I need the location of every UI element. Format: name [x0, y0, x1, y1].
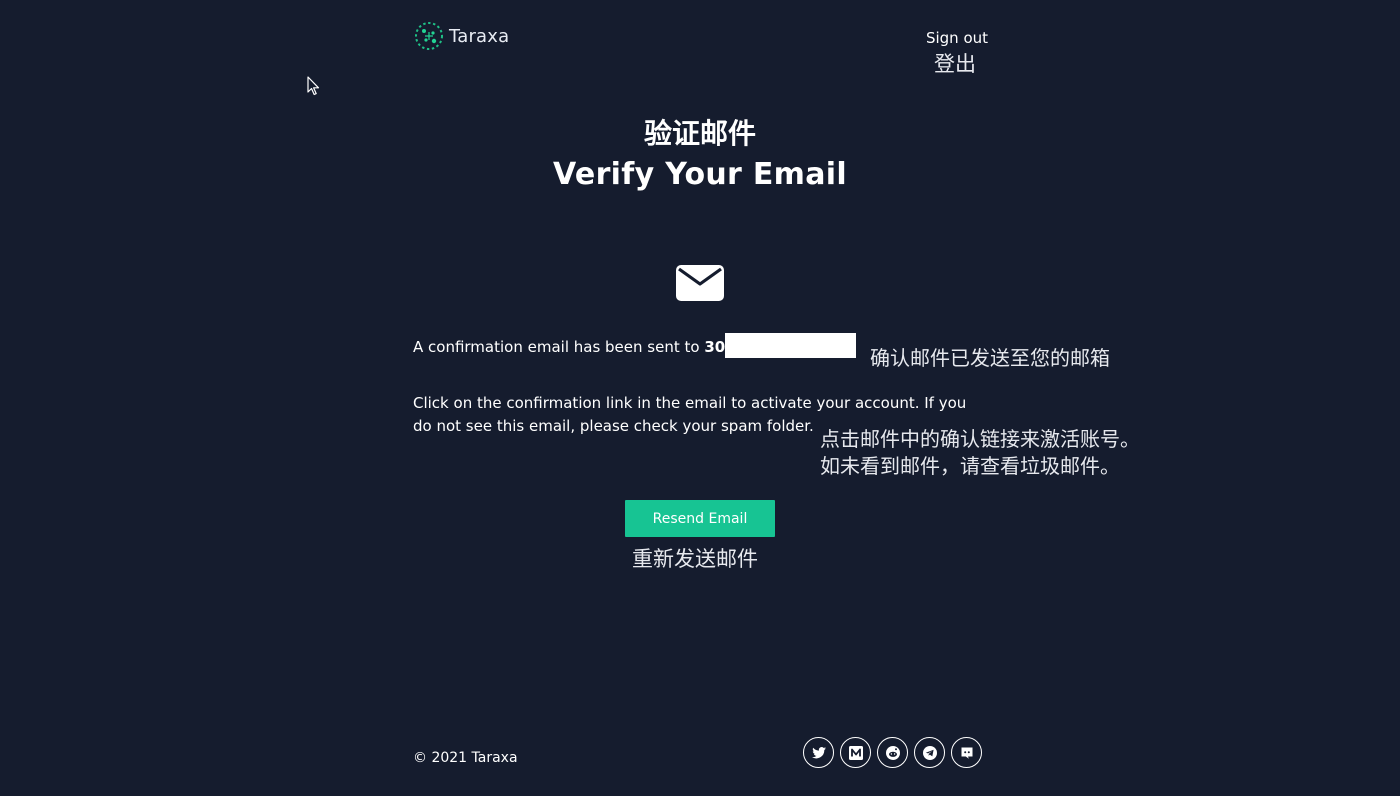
twitter-icon	[811, 746, 826, 758]
instruction-caption-cn-line1: 点击邮件中的确认链接来激活账号。	[820, 427, 1140, 451]
confirmation-caption-cn: 确认邮件已发送至您的邮箱	[870, 346, 1110, 370]
reddit-icon	[885, 745, 900, 760]
taraxa-logo-icon	[415, 22, 443, 50]
mouse-cursor-icon	[307, 76, 320, 96]
telegram-link[interactable]	[914, 737, 945, 768]
confirmation-prefix: A confirmation email has been sent to	[413, 338, 705, 356]
page-title-cn: 验证邮件	[643, 117, 756, 150]
confirmation-message: A confirmation email has been sent to 30…	[413, 338, 736, 360]
sign-out-caption-cn: 登出	[934, 52, 976, 76]
social-links	[803, 737, 982, 768]
taraxa-logo[interactable]: Taraxa	[413, 20, 509, 52]
instruction-caption-cn-line2: 如未看到邮件，请查看垃圾邮件。	[820, 454, 1120, 478]
discord-link[interactable]	[951, 737, 982, 768]
logo-text: Taraxa	[449, 25, 510, 47]
instruction-caption-cn: 点击邮件中的确认链接来激活账号。 如未看到邮件，请查看垃圾邮件。	[820, 426, 1200, 480]
telegram-icon	[922, 745, 937, 760]
copyright: © 2021 Taraxa	[413, 750, 518, 766]
reddit-link[interactable]	[877, 737, 908, 768]
envelope-icon	[676, 265, 724, 301]
medium-link[interactable]	[840, 737, 871, 768]
resend-caption-cn: 重新发送邮件	[632, 547, 758, 571]
twitter-link[interactable]	[803, 737, 834, 768]
verify-email-page: Taraxa Sign out 登出 验证邮件 Verify Your Emai…	[0, 0, 1400, 796]
medium-icon	[848, 745, 863, 760]
sign-out-link[interactable]: Sign out	[900, 29, 1014, 47]
redaction-box	[725, 333, 856, 358]
page-title: Verify Your Email	[553, 157, 847, 192]
resend-email-button[interactable]: Resend Email	[625, 500, 775, 537]
discord-icon	[961, 747, 972, 759]
